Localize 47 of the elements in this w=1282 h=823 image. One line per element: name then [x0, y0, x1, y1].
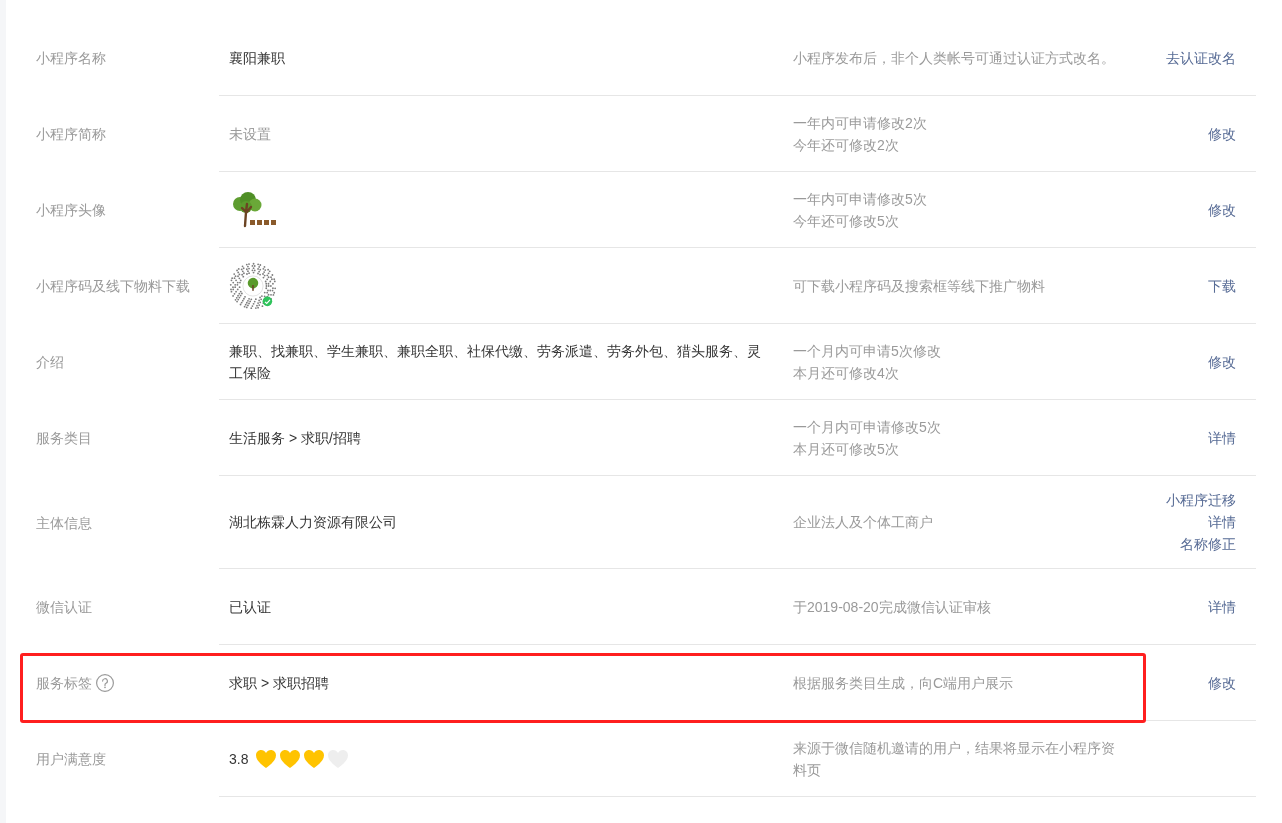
field-label: 用户满意度	[36, 750, 106, 769]
action-link[interactable]: 修改	[1208, 671, 1236, 694]
action-link[interactable]: 下载	[1208, 274, 1236, 297]
action-link[interactable]: 小程序迁移	[1166, 489, 1236, 511]
note-text: 小程序发布后，非个人类帐号可通过认证方式改名。	[793, 48, 1116, 68]
heart-icon	[256, 749, 277, 768]
field-value: 未设置	[229, 124, 271, 144]
rating-score: 3.8	[229, 749, 249, 769]
note-text: 企业法人及个体工商户	[793, 513, 934, 532]
action-link[interactable]: 修改	[1208, 122, 1236, 145]
note-text: 一年内可申请修改5次	[793, 189, 928, 209]
field-value: 生活服务 > 求职/招聘	[229, 428, 361, 448]
note-text: 根据服务类目生成，向C端用户展示	[793, 673, 1015, 693]
field-value: 已认证	[229, 597, 271, 617]
field-value: 求职 > 求职招聘	[229, 673, 329, 693]
note-text: 一个月内可申请5次修改	[793, 341, 942, 361]
note-text: 一个月内可申请修改5次	[793, 417, 942, 437]
field-label: 微信认证	[36, 598, 92, 617]
field-label: 小程序简称	[36, 125, 106, 144]
note-text: 今年还可修改2次	[793, 135, 900, 155]
field-label: 小程序码及线下物料下载	[36, 277, 190, 296]
field-label: 服务标签	[36, 674, 92, 693]
action-link[interactable]: 详情	[1208, 426, 1236, 449]
heart-icon	[280, 749, 301, 768]
note-text: 本月还可修改4次	[793, 363, 900, 383]
note-text: 今年还可修改5次	[793, 211, 900, 231]
field-value: 兼职、找兼职、学生兼职、兼职全职、社保代缴、劳务派遣、劳务外包、猎头服务、灵工保险	[229, 341, 762, 383]
action-link[interactable]: 去认证改名	[1166, 46, 1236, 69]
field-label: 小程序名称	[36, 49, 106, 68]
action-link[interactable]: 名称修正	[1180, 533, 1236, 555]
note-text: 来源于微信随机邀请的用户，结果将显示在小程序资料页	[793, 738, 1116, 780]
heart-icon	[304, 749, 325, 768]
note-text: 于2019-08-20完成微信认证审核	[793, 597, 992, 617]
action-link[interactable]: 修改	[1208, 350, 1236, 373]
note-text: 一年内可申请修改2次	[793, 113, 928, 133]
action-link[interactable]: 修改	[1208, 198, 1236, 221]
action-link[interactable]: 详情	[1208, 511, 1236, 533]
action-link[interactable]: 详情	[1208, 595, 1236, 618]
field-label: 服务类目	[36, 429, 92, 448]
field-label: 小程序头像	[36, 201, 106, 220]
field-label: 主体信息	[36, 513, 92, 533]
mini-program-code	[229, 261, 277, 310]
note-text: 可下载小程序码及搜索框等线下推广物料	[793, 276, 1046, 296]
note-text: 本月还可修改5次	[793, 439, 900, 459]
field-value: 襄阳兼职	[229, 48, 285, 68]
field-value: 湖北栋霖人力资源有限公司	[229, 513, 397, 532]
field-label: 介绍	[36, 353, 64, 372]
